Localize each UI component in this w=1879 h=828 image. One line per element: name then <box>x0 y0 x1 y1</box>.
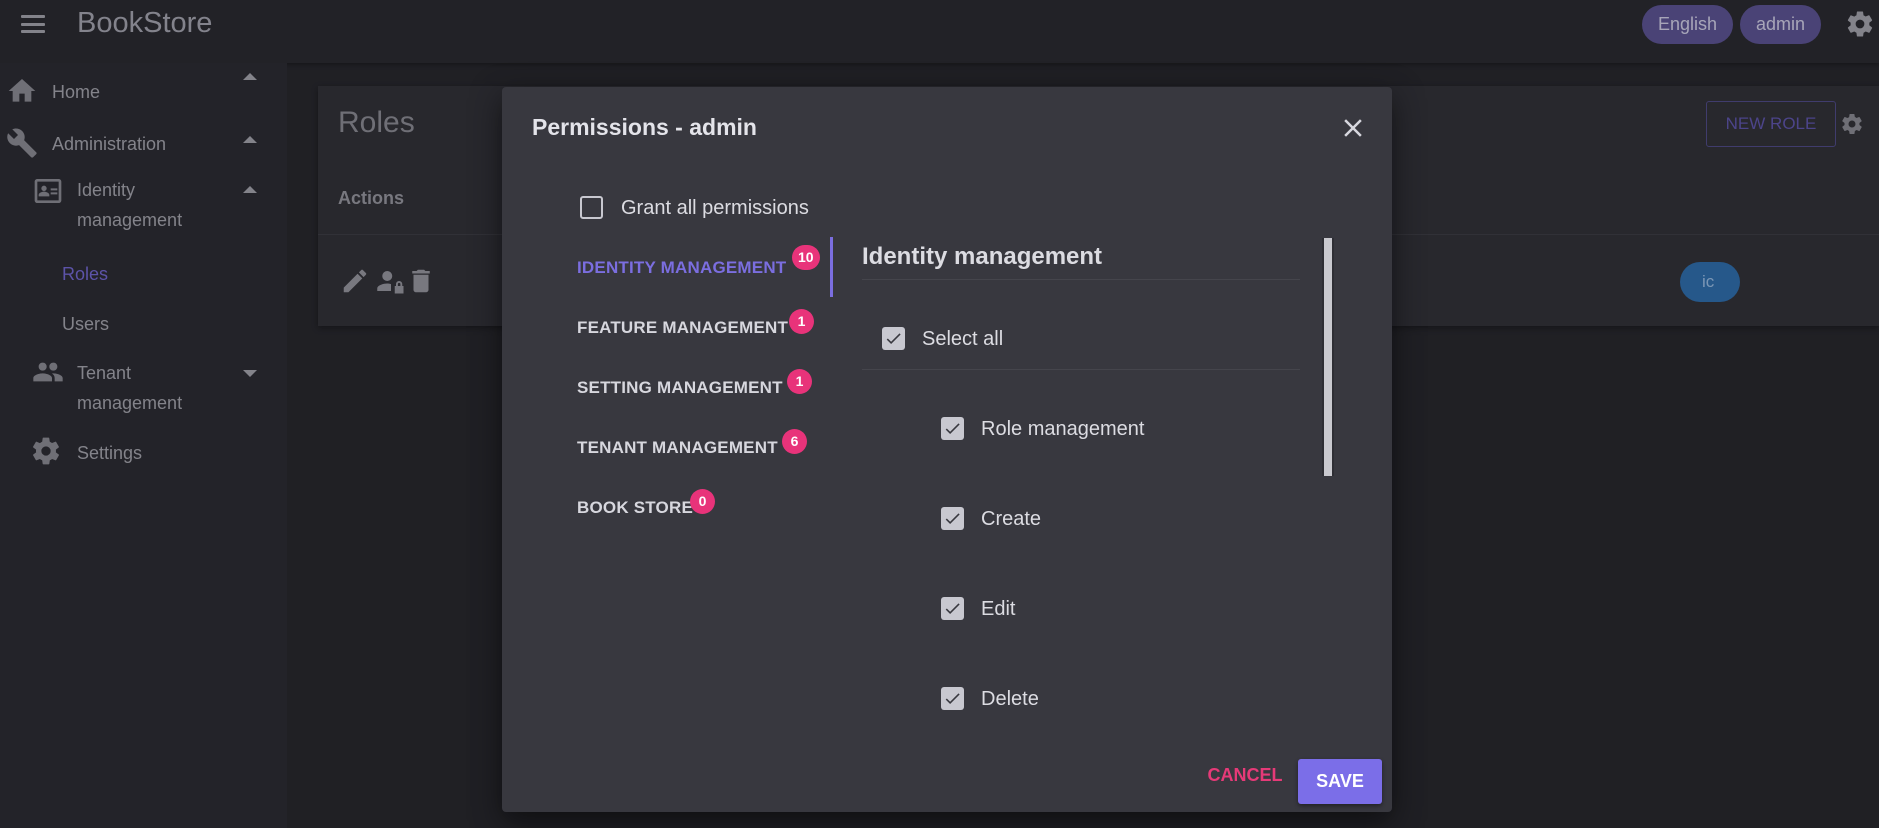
tab-label: BOOK STORE <box>577 498 693 517</box>
close-icon[interactable] <box>1338 113 1368 143</box>
count-badge: 1 <box>787 369 812 394</box>
permission-checkbox[interactable] <box>941 597 964 620</box>
count-badge: 1 <box>789 309 814 334</box>
permission-checkbox[interactable] <box>941 687 964 710</box>
permission-checkbox[interactable] <box>941 507 964 530</box>
divider <box>862 279 1300 280</box>
permissions-dialog: Permissions - admin Grant all permission… <box>502 87 1392 812</box>
tab-label: FEATURE MANAGEMENT <box>577 318 789 337</box>
tab-feature-management[interactable]: FEATURE MANAGEMENT <box>577 318 788 338</box>
tab-setting-management[interactable]: SETTING MANAGEMENT <box>577 378 783 398</box>
tab-tenant-management[interactable]: TENANT MANAGEMENT <box>577 438 778 458</box>
permission-label[interactable]: Role management <box>981 417 1144 441</box>
permission-label[interactable]: Edit <box>981 597 1015 621</box>
tab-label: SETTING MANAGEMENT <box>577 378 783 397</box>
grant-all-checkbox[interactable] <box>580 196 603 219</box>
tab-label: TENANT MANAGEMENT <box>577 438 778 457</box>
scrollbar-thumb[interactable] <box>1324 238 1332 476</box>
tab-book-store[interactable]: BOOK STORE <box>577 498 693 518</box>
count-badge: 0 <box>690 489 715 514</box>
save-button[interactable]: SAVE <box>1298 759 1382 804</box>
select-all-checkbox[interactable] <box>882 327 905 350</box>
divider <box>862 369 1300 370</box>
count-badge: 10 <box>792 245 820 270</box>
tab-identity-management[interactable]: IDENTITY MANAGEMENT <box>577 258 786 278</box>
check-icon <box>945 513 960 525</box>
check-icon <box>945 423 960 435</box>
panel-title: Identity management <box>862 243 1103 270</box>
dialog-title: Permissions - admin <box>532 114 757 140</box>
cancel-button[interactable]: CANCEL <box>1202 757 1288 793</box>
grant-all-label[interactable]: Grant all permissions <box>621 196 809 220</box>
active-tab-indicator <box>830 237 833 297</box>
tab-label: IDENTITY MANAGEMENT <box>577 258 787 277</box>
check-icon <box>886 333 901 345</box>
check-icon <box>945 693 960 705</box>
select-all-label[interactable]: Select all <box>922 327 1003 351</box>
permission-label[interactable]: Create <box>981 507 1041 531</box>
check-icon <box>945 603 960 615</box>
permission-checkbox[interactable] <box>941 417 964 440</box>
permission-label[interactable]: Delete <box>981 687 1039 711</box>
count-badge: 6 <box>782 429 807 454</box>
